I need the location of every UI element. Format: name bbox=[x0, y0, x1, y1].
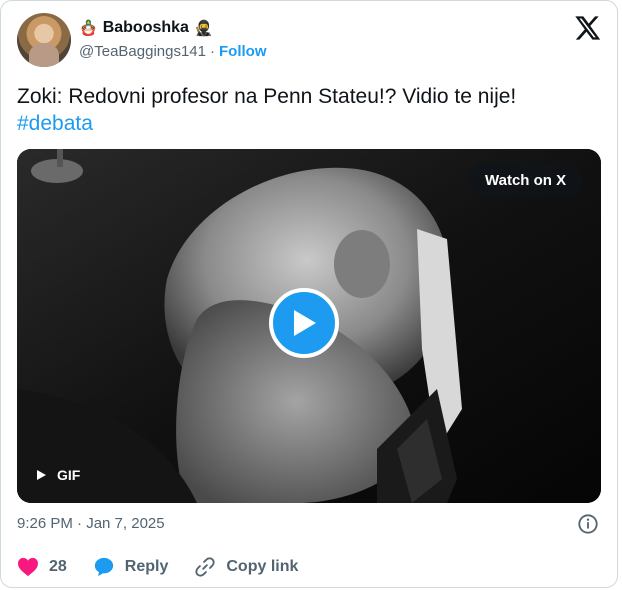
like-count: 28 bbox=[49, 558, 67, 575]
author-name-row[interactable]: 🪆 Babooshka 🥷 bbox=[79, 17, 213, 39]
reply-label: Reply bbox=[124, 558, 169, 575]
nesting-doll-emoji: 🪆 bbox=[79, 19, 98, 37]
author-handle[interactable]: @TeaBaggings141 bbox=[79, 43, 206, 60]
reply-button[interactable]: Reply bbox=[93, 556, 169, 578]
heart-icon bbox=[18, 557, 38, 577]
info-icon[interactable] bbox=[577, 513, 599, 535]
gif-badge: GIF bbox=[35, 467, 80, 483]
play-icon bbox=[294, 310, 316, 336]
tweet-actions: 28 Reply Copy link bbox=[17, 556, 324, 578]
copy-link-label: Copy link bbox=[226, 558, 299, 575]
follow-link[interactable]: Follow bbox=[219, 43, 267, 60]
x-logo-icon[interactable] bbox=[573, 14, 601, 42]
tweet-timestamp[interactable]: 9:26 PM · Jan 7, 2025 bbox=[17, 515, 165, 532]
tweet-body: Zoki: Redovni profesor na Penn Stateu!? … bbox=[17, 85, 517, 108]
copy-link-button[interactable]: Copy link bbox=[194, 556, 298, 578]
watch-on-x-button[interactable]: Watch on X bbox=[469, 163, 583, 197]
gif-play-icon bbox=[37, 470, 46, 480]
gif-media[interactable]: Watch on X GIF bbox=[17, 149, 601, 503]
tweet-text: Zoki: Redovni profesor na Penn Stateu!? … bbox=[17, 83, 597, 137]
tweet-card: 🪆 Babooshka 🥷 @TeaBaggings141 · Follow Z… bbox=[0, 0, 618, 588]
watch-on-x-label: Watch on X bbox=[485, 171, 567, 189]
like-button[interactable]: 28 bbox=[17, 557, 67, 577]
author-handle-row: @TeaBaggings141 · Follow bbox=[79, 43, 267, 60]
separator-dot: · bbox=[210, 43, 215, 60]
gif-type-label: GIF bbox=[57, 467, 81, 483]
ninja-emoji: 🥷 bbox=[193, 19, 213, 37]
hashtag-link[interactable]: #debata bbox=[17, 112, 93, 135]
author-display-name[interactable]: Babooshka bbox=[103, 19, 189, 37]
avatar[interactable] bbox=[17, 13, 71, 67]
play-button[interactable] bbox=[269, 288, 339, 358]
link-icon bbox=[195, 557, 215, 577]
reply-bubble-icon bbox=[94, 557, 113, 577]
